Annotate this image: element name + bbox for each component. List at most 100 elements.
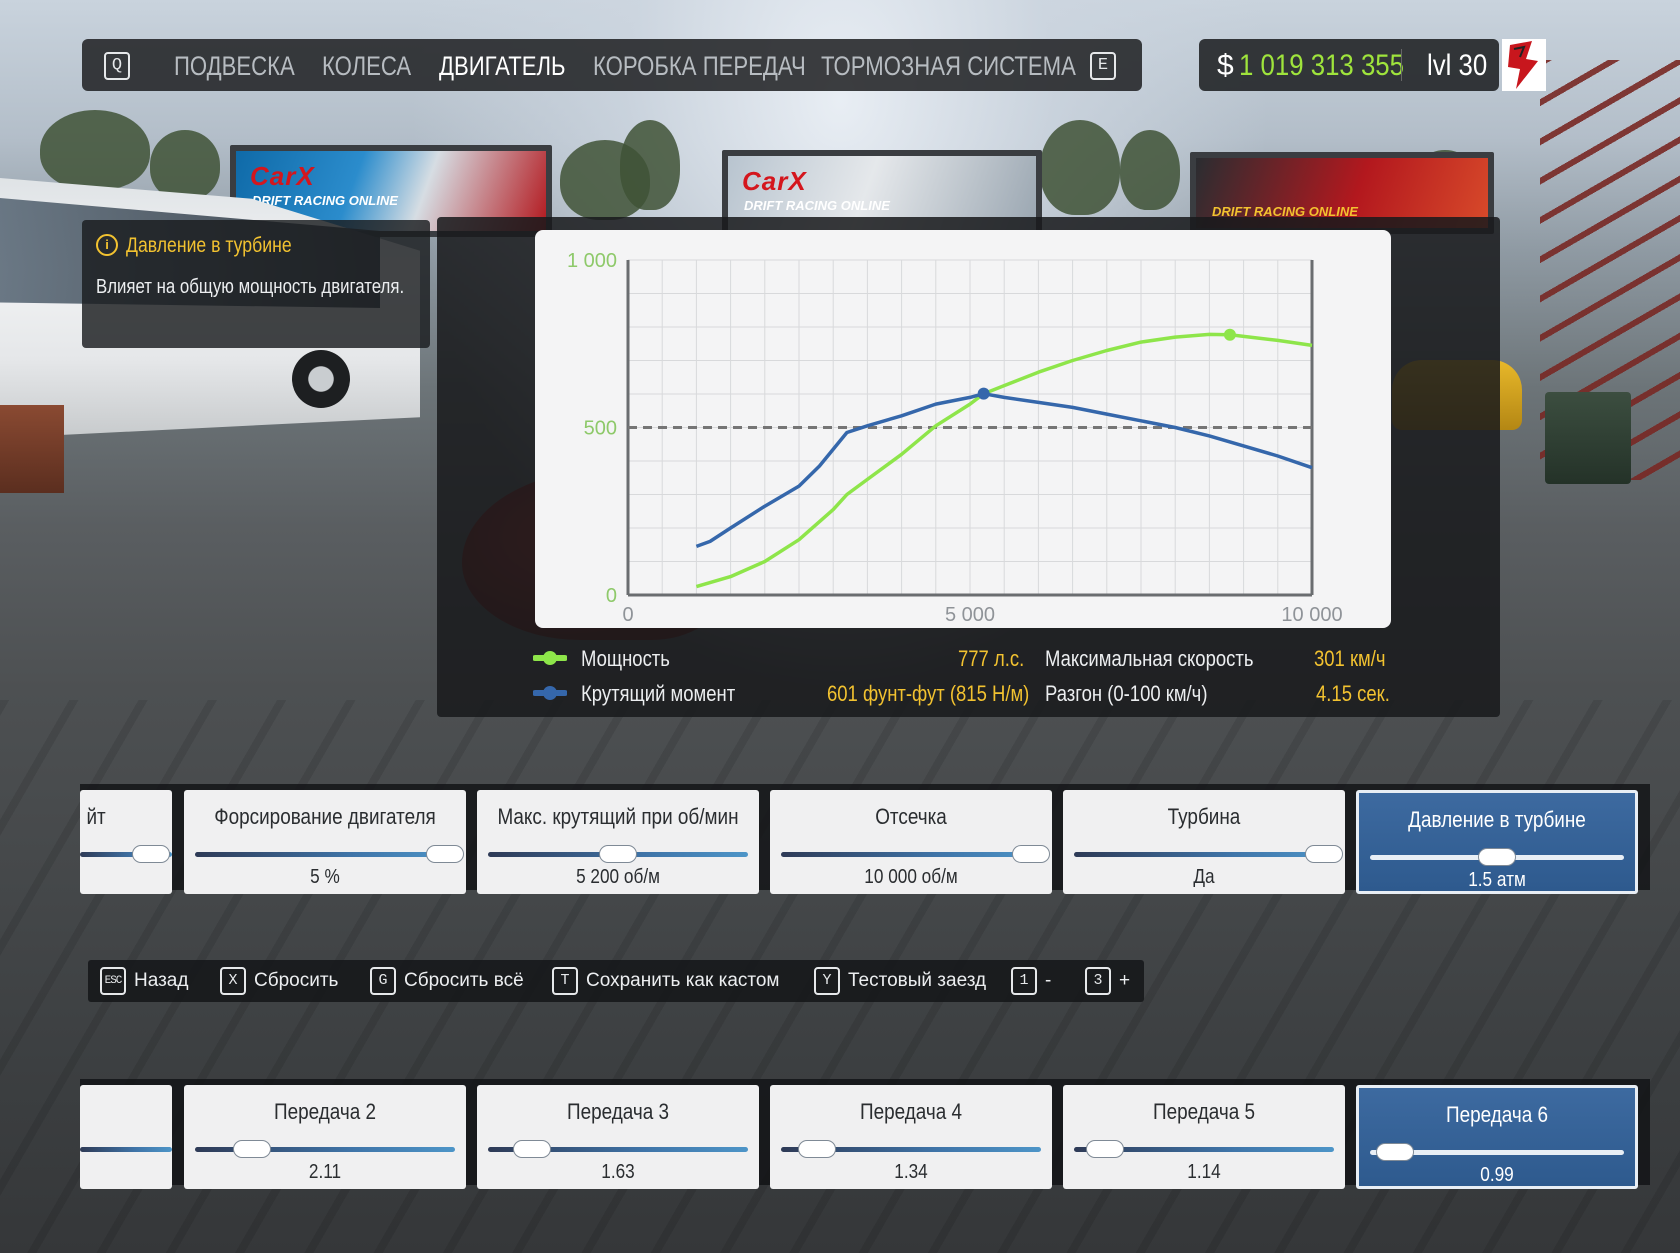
hotkey-keycap: ESC xyxy=(100,967,126,995)
background-bus-wheel xyxy=(292,350,350,408)
gear-param-card[interactable]: Передача 2 2.11 xyxy=(184,1085,466,1189)
gear-param-value: 1.14 xyxy=(1187,1161,1221,1183)
gear-param-card[interactable]: Передача 6 0.99 xyxy=(1356,1085,1638,1189)
info-description: Влияет на общую мощность двигателя. xyxy=(96,276,405,298)
background-trash-bin xyxy=(1545,392,1631,484)
avatar-flag-icon xyxy=(1508,41,1538,89)
torque-legend-marker xyxy=(532,685,568,701)
torque-peak-marker xyxy=(977,387,990,400)
power-value: 777 л.с. xyxy=(958,646,1025,671)
background-crate xyxy=(0,405,64,493)
tab-suspension[interactable]: ПОДВЕСКА xyxy=(174,51,295,82)
gear-param-value: 1.34 xyxy=(894,1161,928,1183)
hotkey-keycap: 1 xyxy=(1011,967,1037,995)
top-speed-value: 301 км/ч xyxy=(1314,646,1386,671)
engine-param-label: йт xyxy=(86,804,106,829)
tab-wheels[interactable]: КОЛЕСА xyxy=(322,51,411,82)
gear-param-card[interactable]: Передача 5 1.14 xyxy=(1063,1085,1345,1189)
background-tree xyxy=(1040,120,1120,215)
status-divider xyxy=(1401,49,1402,81)
gear-param-label: Передача 6 xyxy=(1445,1102,1549,1127)
engine-param-slider-handle[interactable] xyxy=(132,845,170,863)
engine-param-label: Макс. крутящий при об/мин xyxy=(497,804,739,829)
engine-param-slider-track[interactable] xyxy=(1074,852,1334,857)
power-torque-chart: 0 500 1 000 0 5 000 10 000 xyxy=(535,230,1391,628)
engine-param-card[interactable]: Отсечка 10 000 об/м xyxy=(770,790,1052,894)
engine-param-card[interactable]: йт xyxy=(80,790,172,894)
gear-param-slider-handle[interactable] xyxy=(798,1140,837,1158)
chart-x-tick-label: 10 000 xyxy=(1281,604,1342,626)
hotkey-keycap: G xyxy=(370,967,396,995)
gear-param-slider-handle[interactable] xyxy=(1376,1143,1415,1161)
gear-ratios-row: Передача 2 2.11 Передача 3 1.63 Передача 4 1.… xyxy=(80,1079,1650,1189)
gear-param-card[interactable] xyxy=(80,1085,172,1189)
power-legend-marker xyxy=(532,650,568,666)
category-tab-bar: Q ПОДВЕСКА КОЛЕСА ДВИГАТЕЛЬ КОРОБКА ПЕРЕ… xyxy=(82,39,1142,91)
engine-param-value: 10 000 об/м xyxy=(864,866,958,888)
engine-param-label: Форсирование двигателя xyxy=(214,804,436,829)
top-speed-label: Максимальная скорость xyxy=(1045,646,1254,671)
engine-param-card[interactable]: Форсирование двигателя 5 % xyxy=(184,790,466,894)
gear-param-value: 0.99 xyxy=(1480,1164,1514,1186)
player-avatar[interactable] xyxy=(1502,39,1546,91)
player-status-bar: $ 1 019 313 355 lvl 30 xyxy=(1199,39,1499,91)
engine-param-slider-handle[interactable] xyxy=(1305,845,1343,863)
info-icon: i xyxy=(96,234,118,256)
background-tree xyxy=(40,110,150,190)
gear-param-slider-track[interactable] xyxy=(80,1147,172,1152)
billboard-logo: CarX xyxy=(250,161,315,191)
engine-param-card[interactable]: Макс. крутящий при об/мин 5 200 об/м xyxy=(477,790,759,894)
gear-param-card[interactable]: Передача 4 1.34 xyxy=(770,1085,1052,1189)
hotkey-label: Назад xyxy=(134,970,189,991)
prev-tab-key-hint[interactable]: Q xyxy=(104,52,130,80)
hotkey-bar: ESC Назад X Сбросить G Сбросить всё T Сохранить… xyxy=(88,960,1144,1002)
gear-param-card[interactable]: Передача 3 1.63 xyxy=(477,1085,759,1189)
player-level: lvl 30 xyxy=(1427,49,1488,82)
engine-param-label: Отсечка xyxy=(875,804,947,829)
chart-x-tick-label: 0 xyxy=(622,604,633,626)
chart-svg: 0 500 1 000 0 5 000 10 000 xyxy=(567,250,1343,626)
acceleration-value: 4.15 сек. xyxy=(1316,681,1390,706)
gear-param-slider-handle[interactable] xyxy=(233,1140,272,1158)
hotkey-label: Сохранить как кастом xyxy=(586,970,780,991)
next-tab-key-hint[interactable]: E xyxy=(1090,52,1116,80)
gear-param-label: Передача 3 xyxy=(566,1099,670,1124)
engine-param-label: Давление в турбине xyxy=(1408,807,1586,832)
hotkey-label: Тестовый заезд xyxy=(848,970,987,991)
engine-param-slider-handle[interactable] xyxy=(426,845,464,863)
engine-param-slider-track[interactable] xyxy=(195,852,455,857)
hotkey-label: Сбросить всё xyxy=(404,970,524,991)
gear-param-label: Передача 4 xyxy=(859,1099,963,1124)
gear-param-slider-handle[interactable] xyxy=(513,1140,552,1158)
hotkey-label: Сбросить xyxy=(254,970,339,991)
chart-y-tick-label: 500 xyxy=(584,418,617,440)
billboard-slogan: DRIFT RACING ONLINE xyxy=(744,198,890,213)
engine-param-value: Да xyxy=(1193,866,1215,888)
torque-label: Крутящий момент xyxy=(581,681,736,706)
engine-param-slider-track[interactable] xyxy=(781,852,1041,857)
gear-param-value: 1.63 xyxy=(601,1161,635,1183)
gear-param-value: 2.11 xyxy=(308,1161,342,1183)
hotkey-keycap: T xyxy=(552,967,578,995)
info-title: Давление в турбине xyxy=(126,234,292,257)
tab-brakes[interactable]: ТОРМОЗНАЯ СИСТЕМА xyxy=(821,51,1076,82)
currency-sign: $ xyxy=(1217,49,1234,82)
engine-param-value: 5 200 об/м xyxy=(576,866,660,888)
tab-transmission[interactable]: КОРОБКА ПЕРЕДАЧ xyxy=(593,51,806,82)
engine-param-label: Турбина xyxy=(1167,804,1241,829)
chart-y-tick-label: 1 000 xyxy=(567,250,617,272)
power-label: Мощность xyxy=(581,646,670,671)
info-tooltip: i Давление в турбине Влияет на общую мощ… xyxy=(82,220,430,348)
engine-param-card[interactable]: Давление в турбине 1.5 атм xyxy=(1356,790,1638,894)
engine-param-slider-handle[interactable] xyxy=(1478,848,1516,866)
hotkey-keycap: X xyxy=(220,967,246,995)
torque-value: 601 фунт-фут (815 Н/м) xyxy=(827,681,1030,706)
chart-x-tick-label: 5 000 xyxy=(945,604,995,626)
gear-param-slider-handle[interactable] xyxy=(1086,1140,1125,1158)
tab-engine[interactable]: ДВИГАТЕЛЬ xyxy=(439,51,566,82)
engine-param-slider-handle[interactable] xyxy=(1012,845,1050,863)
background-tree xyxy=(150,130,220,200)
hotkey-keycap: Y xyxy=(814,967,840,995)
engine-param-card[interactable]: Турбина Да xyxy=(1063,790,1345,894)
engine-param-slider-handle[interactable] xyxy=(599,845,637,863)
